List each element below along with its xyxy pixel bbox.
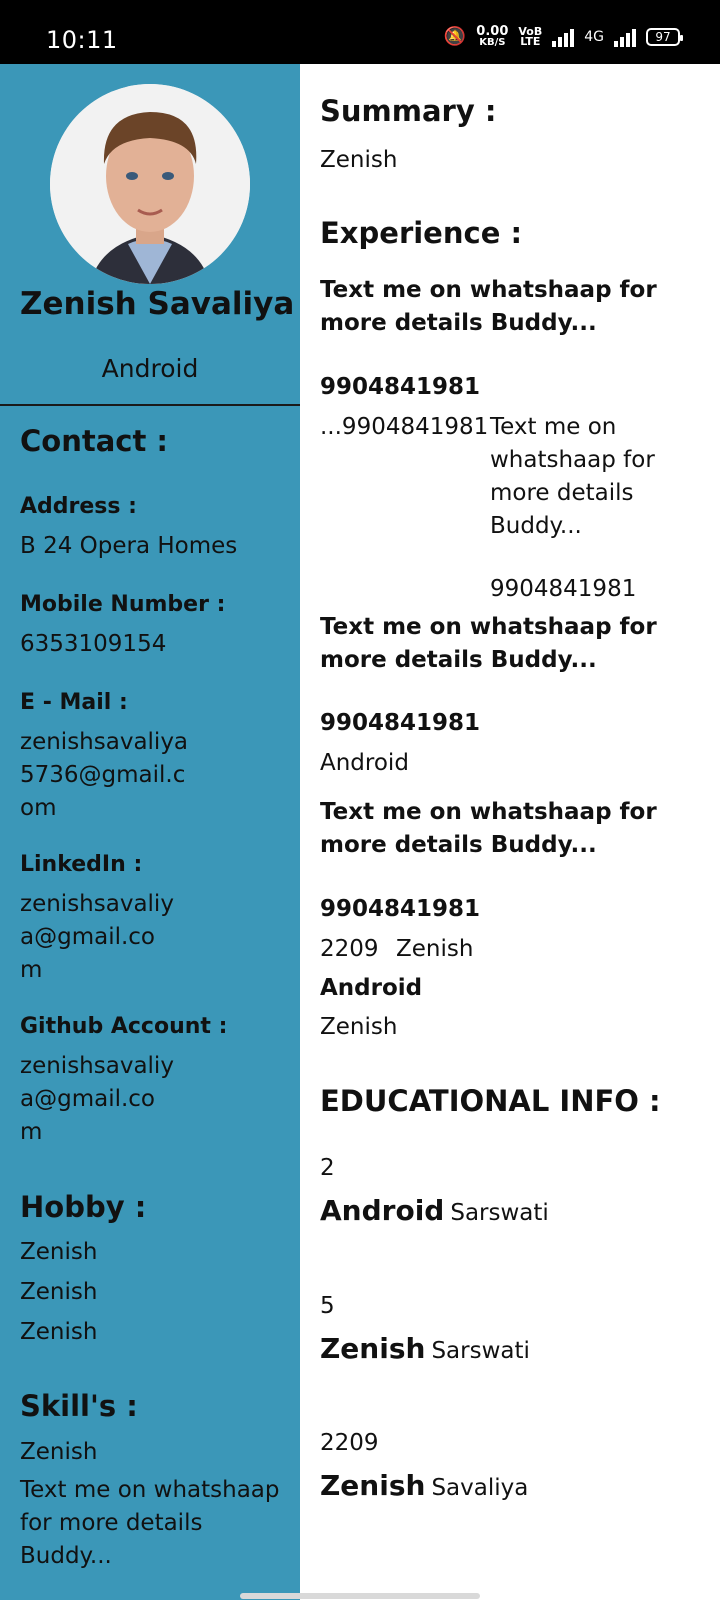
education-degree: Zenish [320, 1332, 426, 1365]
email-label: E - Mail : [20, 690, 128, 715]
experience-sub: Android [320, 750, 409, 776]
sidebar-divider [0, 404, 300, 406]
experience-desc: Zenish [320, 1014, 398, 1040]
network-speed: 0.00 KB/S [476, 24, 509, 48]
volte-indicator: VoB LTE [518, 26, 542, 48]
experience-detail-text: Text me on whatshaap for more details Bu… [490, 414, 655, 539]
mute-bell-icon: 🔕 [443, 26, 467, 47]
github-label: Github Account : [20, 1014, 228, 1039]
network-speed-value: 0.00 [476, 24, 509, 39]
education-school: Sarswati [450, 1200, 549, 1226]
contact-heading: Contact : [20, 424, 169, 458]
address-value: B 24 Opera Homes [20, 533, 238, 559]
volte-bottom: LTE [520, 35, 541, 48]
avatar-image [50, 84, 250, 284]
experience-title: Text me on whatshaap for more details Bu… [320, 799, 657, 858]
experience-number: 9904841981 [320, 896, 481, 922]
avatar [50, 84, 250, 284]
skill-item: Text me on whatshaap for more details Bu… [20, 1477, 280, 1569]
battery-icon: 97 [646, 28, 683, 46]
resume-main: Summary : Zenish Experience : Text me on… [300, 64, 720, 1600]
experience-number: 9904841981 [320, 374, 481, 400]
linkedin-label: LinkedIn : [20, 852, 143, 877]
education-degree: Zenish [320, 1469, 426, 1502]
experience-year: 2209 [320, 936, 379, 962]
experience-detail-number: 9904841981 [490, 576, 637, 602]
education-degree: Android [320, 1194, 445, 1227]
hobby-heading: Hobby : [20, 1190, 147, 1224]
education-year: 2 [320, 1155, 335, 1181]
mobile-value[interactable]: 6353109154 [20, 628, 166, 661]
profile-role: Android [101, 354, 199, 383]
hobby-item: Zenish [20, 1279, 98, 1305]
linkedin-value[interactable]: zenishsavaliya@gmail.com [20, 888, 176, 987]
status-bar: 10:11 🔕 0.00 KB/S VoB LTE 4G 97 [0, 0, 720, 64]
email-value[interactable]: zenishsavaliya5736@gmail.com [20, 726, 190, 825]
github-value[interactable]: zenishsavaliya@gmail.com [20, 1050, 176, 1149]
education-year: 5 [320, 1293, 335, 1319]
experience-heading: Experience : [320, 216, 523, 250]
signal-icon-2 [614, 27, 636, 47]
education-line: Android Sarswati [320, 1194, 549, 1230]
experience-company: Zenish [396, 936, 474, 962]
experience-left-number: ...9904841981 [320, 414, 489, 440]
education-school: Savaliya [431, 1475, 529, 1501]
status-icons: 🔕 0.00 KB/S VoB LTE 4G 97 [443, 24, 683, 48]
hobby-item: Zenish [20, 1319, 98, 1345]
signal-icon [552, 27, 575, 47]
summary-text: Zenish [320, 147, 398, 173]
profile-name: Zenish Savaliya [20, 286, 295, 322]
network-speed-unit: KB/S [479, 37, 506, 48]
profile-sidebar: Zenish Savaliya Android Contact : Addres… [0, 64, 300, 1600]
hobby-item: Zenish [20, 1239, 98, 1265]
summary-heading: Summary : [320, 94, 497, 128]
experience-number: 9904841981 [320, 710, 481, 736]
skills-heading: Skill's : [20, 1389, 138, 1423]
skill-item: Zenish [20, 1439, 98, 1465]
status-time: 10:11 [46, 26, 118, 54]
education-line: Zenish Sarswati [320, 1332, 530, 1368]
battery-level: 97 [655, 30, 671, 44]
education-school: Sarswati [431, 1338, 530, 1364]
experience-title: Text me on whatshaap for more details Bu… [320, 277, 657, 336]
education-year: 2209 [320, 1430, 379, 1456]
mobile-label: Mobile Number : [20, 592, 226, 617]
experience-role: Android [320, 975, 423, 1001]
experience-title: Text me on whatshaap for more details Bu… [320, 614, 657, 673]
address-label: Address : [20, 494, 137, 519]
education-heading: EDUCATIONAL INFO : [320, 1084, 661, 1118]
network-type: 4G [584, 29, 604, 45]
education-line: Zenish Savaliya [320, 1469, 528, 1505]
gesture-nav-bar[interactable] [240, 1593, 480, 1599]
